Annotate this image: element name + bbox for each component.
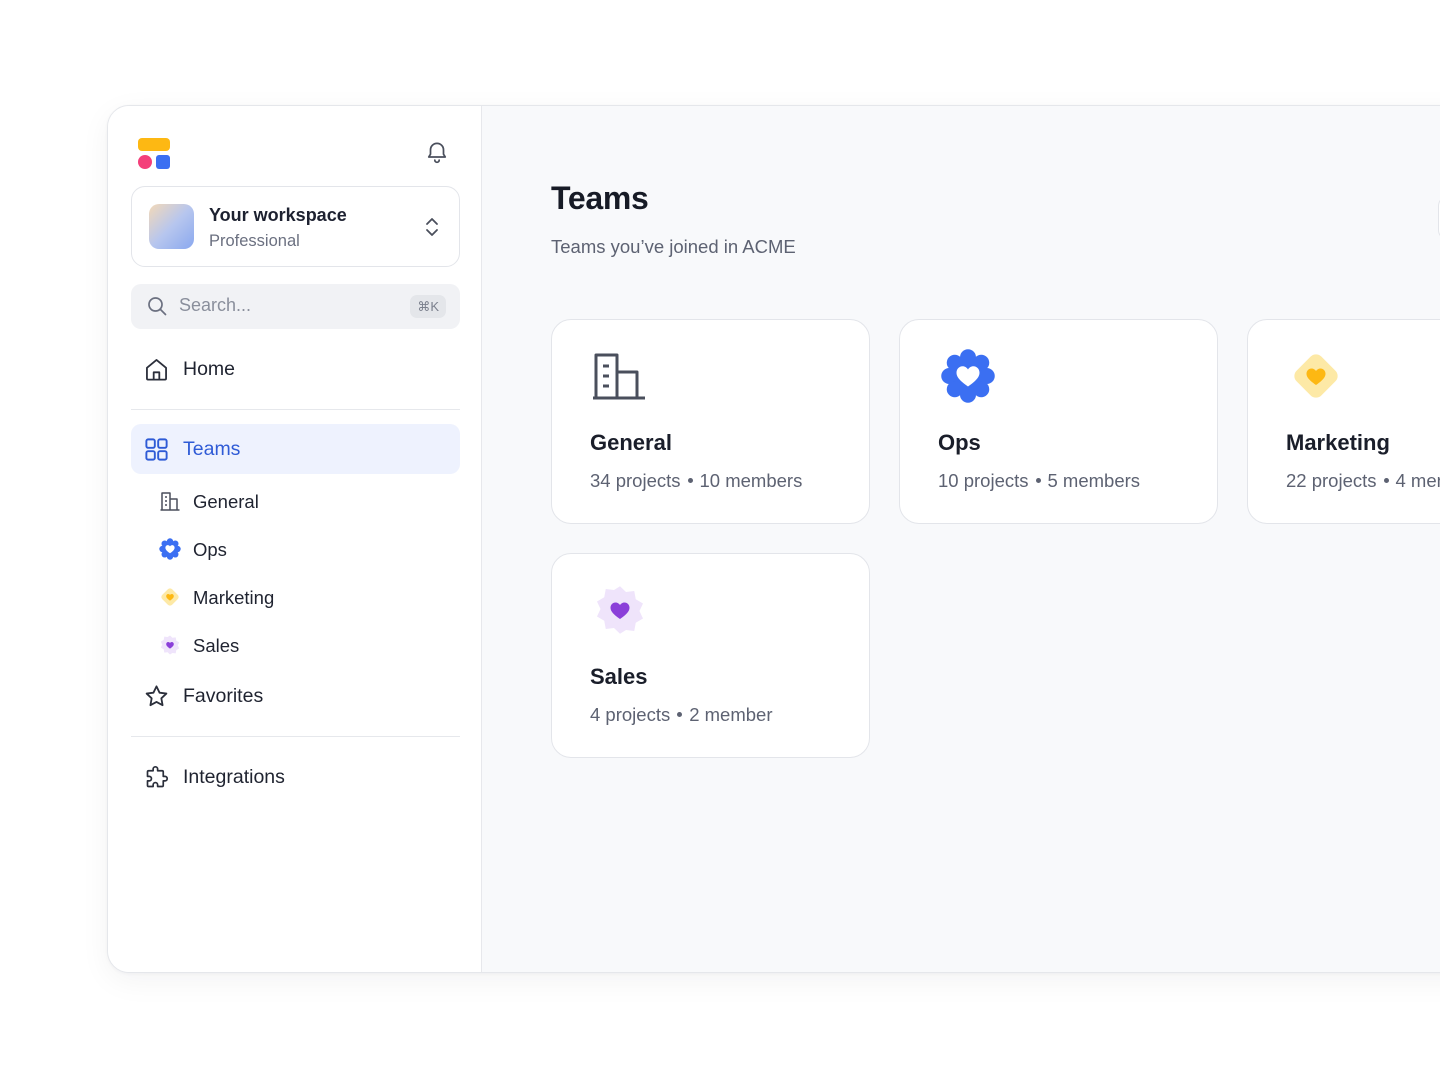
team-card-sales[interactable]: Sales 4 projects 2 member: [551, 553, 870, 758]
home-icon: [143, 356, 170, 383]
sidebar: Your workspace Professional Search... ⌘K: [108, 106, 482, 972]
search-shortcut-badge: ⌘K: [410, 295, 446, 318]
workspace-switcher[interactable]: Your workspace Professional: [131, 186, 460, 267]
sidebar-divider: [131, 736, 460, 737]
chevron-up-down-icon: [421, 214, 443, 240]
search-icon: [146, 295, 168, 317]
team-card-meta: 10 projects 5 members: [938, 470, 1140, 492]
team-card-projects: 10 projects: [938, 470, 1029, 491]
sidebar-item-label: Favorites: [183, 685, 264, 707]
team-card-members: 4 members: [1395, 470, 1440, 491]
bell-icon[interactable]: [424, 139, 450, 165]
grid-icon: [143, 436, 170, 463]
puzzle-icon: [143, 764, 170, 791]
blue-heart-badge-icon: [158, 537, 182, 561]
team-card-name: General: [590, 430, 672, 455]
workspace-plan: Professional: [209, 232, 300, 250]
sidebar-item-teams[interactable]: Teams: [131, 424, 460, 474]
app-window: Your workspace Professional Search... ⌘K: [107, 105, 1440, 973]
team-card-name: Ops: [938, 430, 981, 455]
workspace-avatar: [149, 204, 194, 249]
sidebar-subitem-label: General: [193, 491, 259, 512]
sidebar-subitem-label: Ops: [193, 539, 227, 560]
star-icon: [143, 683, 170, 710]
team-card-meta: 34 projects 10 members: [590, 470, 802, 492]
blue-heart-badge-icon: [938, 346, 998, 406]
sidebar-item-favorites[interactable]: Favorites: [131, 671, 460, 721]
team-card-projects: 22 projects: [1286, 470, 1377, 491]
yellow-heart-diamond-icon: [1286, 346, 1346, 406]
sidebar-item-label: Home: [183, 358, 236, 380]
separator-dot: [687, 477, 693, 483]
sidebar-item-label: Integrations: [183, 766, 285, 788]
sidebar-subitem-label: Sales: [193, 635, 240, 656]
building-icon: [158, 489, 182, 513]
team-card-name: Marketing: [1286, 430, 1390, 455]
brand-logo-icon[interactable]: [138, 138, 170, 169]
team-card-marketing[interactable]: Marketing 22 projects 4 members: [1247, 319, 1440, 524]
team-card-name: Sales: [590, 664, 648, 689]
separator-dot: [1035, 477, 1041, 483]
sidebar-subitem-marketing[interactable]: Marketing: [156, 578, 446, 616]
team-card-ops[interactable]: Ops 10 projects 5 members: [899, 319, 1218, 524]
sidebar-item-home[interactable]: Home: [131, 344, 460, 394]
purple-heart-badge-icon: [158, 633, 182, 657]
sidebar-item-integrations[interactable]: Integrations: [131, 752, 460, 802]
sidebar-subitem-sales[interactable]: Sales: [156, 626, 446, 664]
building-icon: [590, 346, 650, 406]
purple-heart-badge-icon: [590, 580, 650, 640]
sidebar-subitem-label: Marketing: [193, 587, 275, 608]
yellow-heart-diamond-icon: [158, 585, 182, 609]
team-card-members: 10 members: [699, 470, 803, 491]
page-subtitle: Teams you’ve joined in ACME: [551, 236, 796, 257]
team-card-projects: 34 projects: [590, 470, 681, 491]
sidebar-subitem-general[interactable]: General: [156, 482, 446, 520]
search-placeholder: Search...: [179, 295, 252, 315]
team-card-members: 2 member: [689, 704, 773, 725]
sidebar-subitem-ops[interactable]: Ops: [156, 530, 446, 568]
workspace-name: Your workspace: [209, 205, 347, 225]
team-card-meta: 22 projects 4 members: [1286, 470, 1440, 492]
separator-dot: [1383, 477, 1389, 483]
team-card-meta: 4 projects 2 member: [590, 704, 773, 726]
team-card-general[interactable]: General 34 projects 10 members: [551, 319, 870, 524]
search-input[interactable]: Search... ⌘K: [131, 284, 460, 329]
sidebar-item-label: Teams: [183, 438, 241, 460]
team-card-members: 5 members: [1047, 470, 1141, 491]
sidebar-divider: [131, 409, 460, 410]
page-title: Teams: [551, 180, 649, 216]
team-card-projects: 4 projects: [590, 704, 671, 725]
separator-dot: [677, 711, 683, 717]
